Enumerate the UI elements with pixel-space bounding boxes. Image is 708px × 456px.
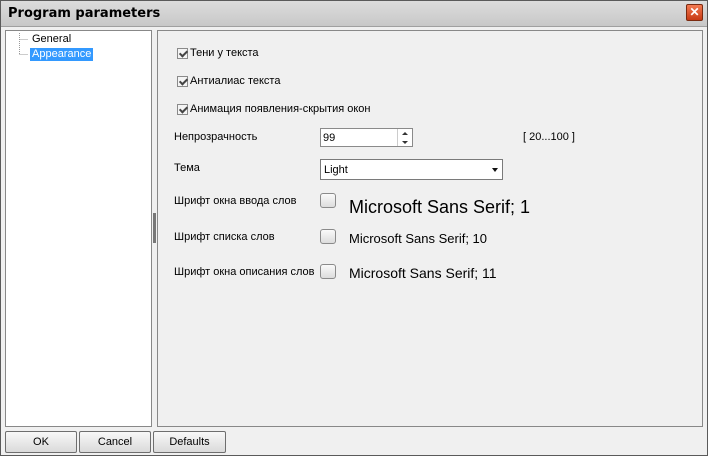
cancel-button[interactable]: Cancel: [79, 431, 151, 453]
title-bar[interactable]: Program parameters ✕: [1, 1, 707, 27]
close-icon: ✕: [689, 5, 700, 19]
opacity-spinbox[interactable]: [320, 128, 413, 147]
theme-selected-value: Light: [324, 164, 348, 176]
theme-label: Тема: [174, 162, 200, 174]
theme-select[interactable]: Light: [320, 159, 503, 180]
opacity-spin-buttons[interactable]: [397, 129, 412, 146]
splitter-handle[interactable]: [153, 213, 156, 243]
antialias-checkbox[interactable]: [177, 75, 188, 87]
description-font-sample: Microsoft Sans Serif; 11: [349, 265, 497, 281]
list-font-sample: Microsoft Sans Serif; 10: [349, 231, 487, 246]
spin-up-button[interactable]: [398, 129, 412, 137]
description-font-label: Шрифт окна описания слов: [174, 266, 315, 278]
shadow-label: Тени у текста: [190, 47, 259, 59]
antialias-checkbox-row[interactable]: Антиалиас текста: [177, 74, 280, 88]
shadow-checkbox[interactable]: [177, 47, 188, 59]
opacity-input[interactable]: [323, 130, 395, 145]
close-button[interactable]: ✕: [686, 4, 703, 21]
arrow-up-icon: [402, 131, 408, 135]
arrow-down-icon: [402, 140, 408, 144]
appearance-panel: [157, 30, 703, 427]
defaults-button[interactable]: Defaults: [153, 431, 226, 453]
opacity-range: [ 20...100 ]: [523, 131, 575, 143]
opacity-label: Непрозрачность: [174, 131, 258, 143]
program-parameters-window: Program parameters ✕ General Appearance …: [0, 0, 708, 456]
spin-down-button[interactable]: [398, 138, 412, 146]
description-font-button[interactable]: [320, 264, 336, 279]
list-font-button[interactable]: [320, 229, 336, 244]
window-title: Program parameters: [8, 6, 161, 21]
tree-item-general[interactable]: General: [30, 33, 73, 46]
chevron-down-icon: [492, 168, 498, 172]
antialias-label: Антиалиас текста: [190, 75, 281, 87]
animation-label: Анимация появления-скрытия окон: [190, 103, 371, 115]
animation-checkbox-row[interactable]: Анимация появления-скрытия окон: [177, 102, 370, 116]
settings-tree[interactable]: General Appearance: [5, 30, 152, 427]
input-font-label: Шрифт окна ввода слов: [174, 195, 297, 207]
animation-checkbox[interactable]: [177, 103, 188, 115]
ok-button[interactable]: OK: [5, 431, 77, 453]
shadow-checkbox-row[interactable]: Тени у текста: [177, 46, 259, 60]
tree-item-appearance[interactable]: Appearance: [30, 48, 94, 61]
input-font-sample: Microsoft Sans Serif; 1: [349, 197, 531, 217]
list-font-label: Шрифт списка слов: [174, 231, 275, 243]
input-font-button[interactable]: [320, 193, 336, 208]
